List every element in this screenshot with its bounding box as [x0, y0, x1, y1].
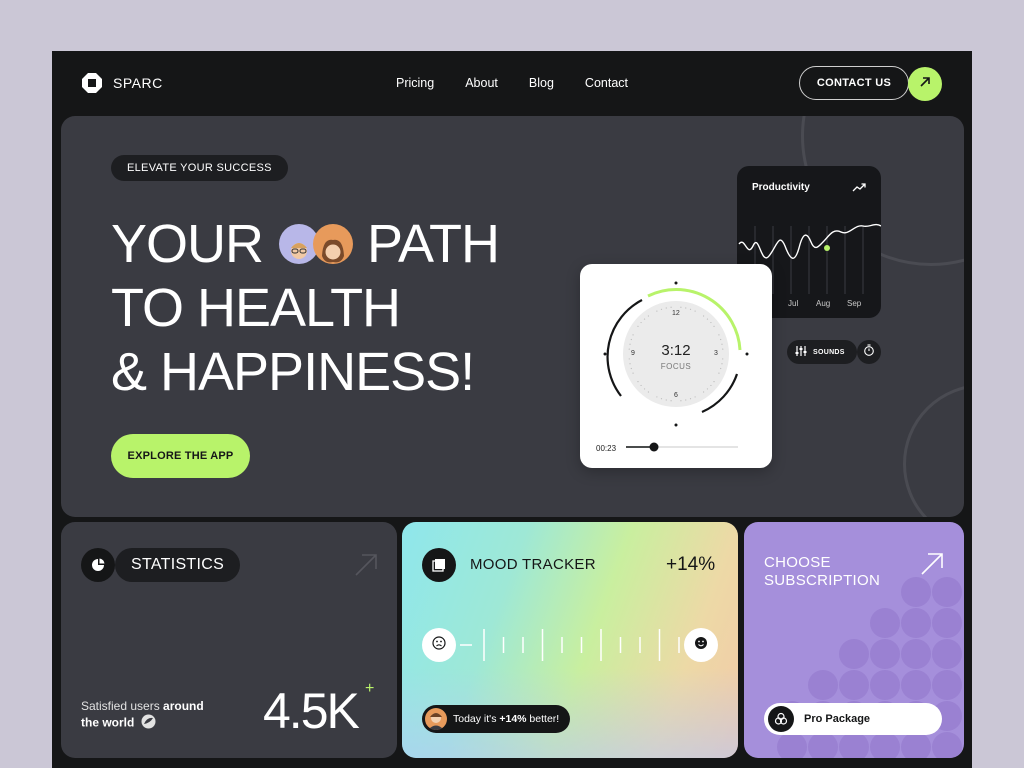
mood-tracker-card: MOOD TRACKER +14% Today it's +14% better…	[402, 522, 738, 758]
timer-time: 3:12	[661, 342, 691, 359]
avatar-group	[279, 224, 354, 264]
contact-arrow-button[interactable]	[908, 67, 942, 101]
playback-slider-handle	[649, 442, 659, 452]
dial-numeral: 6	[674, 392, 678, 399]
avatar	[425, 708, 447, 730]
hero-tag: ELEVATE YOUR SUCCESS	[111, 155, 288, 181]
sounds-label: SOUNDS	[813, 348, 845, 356]
brand-logo[interactable]: SPARC	[81, 72, 163, 94]
title-line: SUBSCRIPTION	[764, 572, 881, 589]
mood-title: MOOD TRACKER	[470, 556, 596, 573]
contact-us-button[interactable]: CONTACT US	[799, 66, 909, 100]
globe-icon	[141, 714, 156, 733]
package-label: Pro Package	[804, 713, 871, 725]
pro-package-button[interactable]: Pro Package	[764, 703, 942, 735]
desc-bold: around	[163, 699, 204, 713]
timer-label: FOCUS	[660, 362, 692, 371]
statistics-description: Satisfied users around the world	[81, 698, 204, 733]
statistics-plus: +	[365, 680, 375, 697]
elapsed-time: 00:23	[596, 444, 617, 453]
stopwatch-icon	[863, 343, 875, 361]
hero-headline: YOUR PATH TO HEALTH & HAPPINESS!	[111, 212, 500, 404]
desc-bold: the world	[81, 715, 135, 730]
bubble-bold: +14%	[499, 713, 527, 725]
statistics-value: 4.5K	[263, 683, 360, 739]
headline-line: & HAPPINESS!	[111, 342, 475, 402]
month-label: Sep	[847, 299, 862, 308]
dial-numeral: 12	[672, 310, 680, 317]
statistics-label: STATISTICS	[115, 548, 241, 582]
bubble-text: better!	[526, 713, 560, 725]
mood-summary: Today it's +14% better!	[422, 705, 571, 733]
nav-contact[interactable]: Contact	[585, 76, 628, 90]
arrow-up-right-icon[interactable]	[353, 552, 379, 583]
pie-chart-icon	[81, 548, 115, 582]
arrow-up-right-icon	[918, 75, 932, 94]
logo-icon	[81, 72, 103, 94]
mood-scale[interactable]	[402, 615, 738, 675]
landing-page: SPARC Pricing About Blog Contact CONTACT…	[52, 51, 972, 768]
mood-icon	[422, 548, 456, 582]
title-line: CHOOSE	[764, 554, 831, 571]
statistics-card[interactable]: STATISTICS Satisfied users around the wo…	[61, 522, 397, 758]
hero-section: ELEVATE YOUR SUCCESS YOUR PATH TO HEALTH…	[61, 116, 964, 517]
desc-text: Satisfied users	[81, 699, 164, 713]
arrow-up-right-icon[interactable]	[920, 552, 944, 581]
package-icon	[768, 706, 794, 732]
mood-delta: +14%	[666, 554, 716, 575]
headline-word: PATH	[367, 214, 500, 274]
subscription-card[interactable]: CHOOSE SUBSCRIPTION Pro Package	[744, 522, 964, 758]
focus-timer-card: 12 3 6 9 3:12 FOCUS 00:23	[580, 264, 772, 468]
nav-blog[interactable]: Blog	[529, 76, 554, 90]
headline-word: YOUR	[111, 214, 264, 274]
month-label: Aug	[816, 299, 831, 308]
headline-line: TO HEALTH	[111, 278, 401, 338]
sounds-button[interactable]: SOUNDS	[787, 340, 857, 364]
brand-name: SPARC	[113, 75, 163, 91]
main-nav: Pricing About Blog Contact	[396, 76, 628, 90]
chart-marker	[824, 245, 830, 251]
explore-app-button[interactable]: EXPLORE THE APP	[111, 434, 250, 478]
nav-pricing[interactable]: Pricing	[396, 76, 434, 90]
timer-button[interactable]	[857, 340, 881, 364]
subscription-title: CHOOSE SUBSCRIPTION	[764, 554, 880, 590]
nav-about[interactable]: About	[465, 76, 498, 90]
avatar	[313, 224, 354, 264]
equalizer-icon	[795, 346, 807, 358]
month-label: Jul	[788, 299, 799, 308]
bubble-text: Today it's	[453, 713, 500, 725]
decor-ring	[903, 384, 964, 517]
